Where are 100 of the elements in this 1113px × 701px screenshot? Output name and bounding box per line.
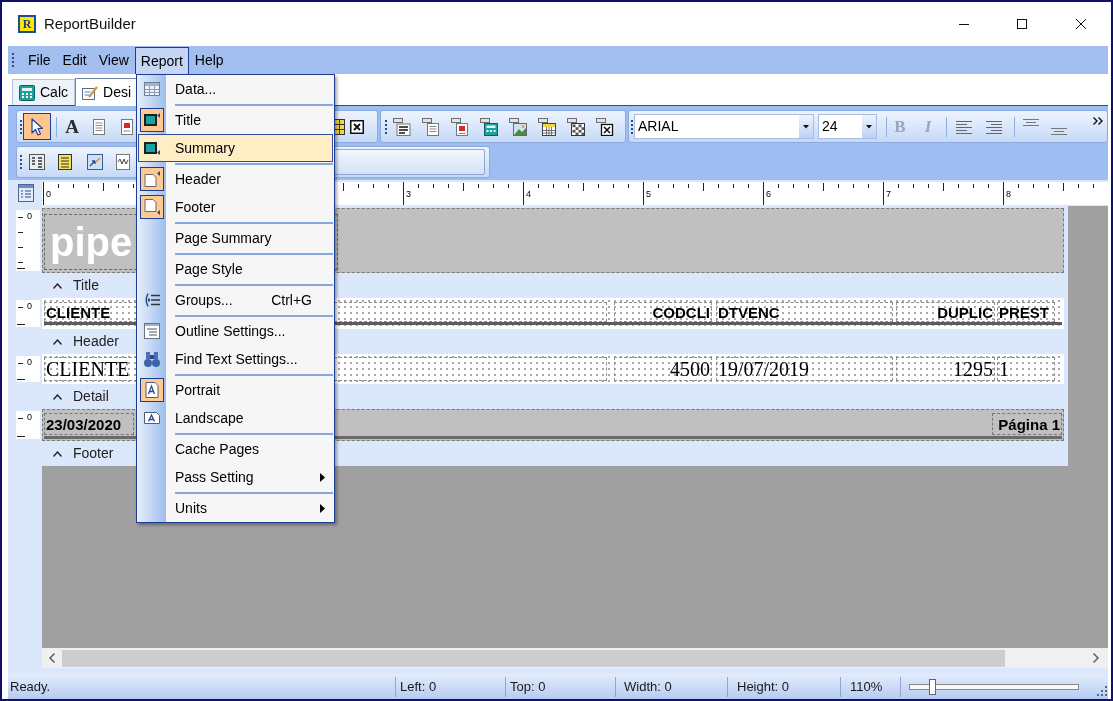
menu-item[interactable]: Title xyxy=(138,106,333,134)
font-size-select[interactable]: 24 xyxy=(818,114,877,139)
submenu-arrow-icon[interactable] xyxy=(320,503,325,513)
pointer-tool-button[interactable] xyxy=(23,113,51,140)
report-field: Página 1 xyxy=(992,413,1062,435)
font-select[interactable]: ARIAL xyxy=(634,114,814,139)
window-title: ReportBuilder xyxy=(44,13,136,34)
app-logo: R xyxy=(18,15,36,33)
tab-calendar-icon[interactable] xyxy=(538,117,556,136)
ruler-label: 3 xyxy=(406,190,411,199)
align-left-icon[interactable] xyxy=(956,119,972,134)
tab[interactable]: Desi xyxy=(75,78,139,106)
status-readout: Top: 0 xyxy=(505,676,615,697)
menu-bar-item[interactable]: Help xyxy=(188,47,230,74)
page-marker-icon[interactable] xyxy=(140,167,164,191)
list-icon[interactable] xyxy=(18,184,34,202)
report-title-text: pipe xyxy=(50,222,133,262)
menu-item[interactable]: Header xyxy=(138,165,333,193)
ruler-label: 7 xyxy=(886,190,891,199)
band-label: Detail xyxy=(73,387,109,406)
status-readout: Width: 0 xyxy=(615,676,727,697)
caret-up-icon[interactable] xyxy=(53,282,62,289)
tab-checker-icon[interactable] xyxy=(567,117,585,136)
dropdown-caret-icon[interactable] xyxy=(862,115,876,138)
tab-cross-box-icon[interactable] xyxy=(596,117,614,136)
portrait-page-icon[interactable] xyxy=(140,378,164,402)
dropdown-caret-icon[interactable] xyxy=(799,115,813,138)
slider-thumb[interactable] xyxy=(928,678,936,695)
menu-bar-item[interactable]: File xyxy=(22,47,57,74)
band-icon[interactable] xyxy=(144,140,160,156)
status-readout: Left: 0 xyxy=(395,676,505,697)
document-lines-icon[interactable] xyxy=(91,118,107,135)
menu-bar-item[interactable]: View xyxy=(92,47,135,74)
grouped-list-icon[interactable] xyxy=(144,292,160,308)
close-icon[interactable] xyxy=(1076,19,1086,29)
menu-item[interactable]: Summary xyxy=(138,134,333,162)
menu-bar-item[interactable]: Report xyxy=(134,47,189,74)
text-tool-button[interactable]: A xyxy=(63,115,81,138)
report-field: 1 xyxy=(997,357,1055,381)
caret-up-icon[interactable] xyxy=(53,450,62,457)
columns-list-icon[interactable] xyxy=(29,154,45,170)
ruler-label: 0 xyxy=(27,212,32,221)
tab[interactable]: Calc xyxy=(12,79,75,105)
chevron-left-icon[interactable] xyxy=(49,653,55,663)
menu-item[interactable]: Find Text Settings... xyxy=(138,345,333,373)
picture-arrows-icon[interactable] xyxy=(87,154,103,170)
report-field: 4500 xyxy=(614,357,712,381)
table-grid-icon[interactable] xyxy=(144,81,160,97)
horizontal-scrollbar[interactable] xyxy=(42,648,1108,668)
chevron-right-icon[interactable] xyxy=(1093,653,1099,663)
status-readout: 110% xyxy=(840,676,900,697)
marked-document-icon[interactable] xyxy=(119,118,135,135)
tab-marked-document-icon[interactable] xyxy=(451,117,469,136)
calculator-icon[interactable] xyxy=(19,84,35,101)
ruler-label: 0 xyxy=(27,413,32,422)
ruler-label: 0 xyxy=(27,302,32,311)
menu-item[interactable]: Pass Setting xyxy=(138,463,333,491)
cursor-arrow-icon[interactable] xyxy=(30,117,44,136)
tab-document-icon[interactable] xyxy=(422,117,440,136)
status-readout: Height: 0 xyxy=(727,676,840,697)
menu-item[interactable]: Landscape xyxy=(138,404,333,432)
resize-grip-icon[interactable] xyxy=(1097,685,1107,696)
boxed-cross-icon[interactable] xyxy=(350,119,364,134)
tab-text-icon[interactable] xyxy=(393,117,411,136)
list-window-icon[interactable] xyxy=(144,323,160,339)
report-field: 23/03/2020 xyxy=(44,413,134,435)
ruler-label: 0 xyxy=(27,358,32,367)
page-marker-icon[interactable] xyxy=(140,195,164,219)
menu-item[interactable]: Page Summary xyxy=(138,224,333,252)
caret-up-icon[interactable] xyxy=(53,338,62,345)
band-label: Header xyxy=(73,332,119,351)
landscape-page-icon[interactable] xyxy=(144,410,160,426)
ruler-label: 0 xyxy=(46,190,51,199)
scrollbar-thumb[interactable] xyxy=(62,649,1005,667)
menu-item[interactable]: Page Style xyxy=(138,255,333,283)
ruler-label: 5 xyxy=(646,190,651,199)
band-icon[interactable] xyxy=(140,108,164,132)
binoculars-icon[interactable] xyxy=(144,351,160,367)
tab-calculator-icon[interactable] xyxy=(480,117,498,136)
menu-item[interactable]: Data... xyxy=(138,75,333,103)
menu-item[interactable]: Footer xyxy=(138,193,333,221)
report-field: 19/07/2019 xyxy=(716,357,893,381)
menu-item[interactable]: Cache Pages xyxy=(138,435,333,463)
ruler-label: 4 xyxy=(526,190,531,199)
form-pencil-icon[interactable] xyxy=(82,84,98,101)
status-message: Ready. xyxy=(9,677,52,696)
notepad-list-icon[interactable] xyxy=(57,154,73,170)
band-label: Footer xyxy=(73,444,114,463)
maximize-icon[interactable] xyxy=(1017,19,1027,29)
align-right-icon[interactable] xyxy=(986,119,1002,134)
chevron-double-right-icon[interactable] xyxy=(1093,117,1103,125)
menu-item[interactable]: Units xyxy=(138,494,333,522)
ruler-label: 8 xyxy=(1006,190,1011,199)
report-field: 1295 xyxy=(896,357,995,381)
caret-up-icon[interactable] xyxy=(53,393,62,400)
tab-picture-icon[interactable] xyxy=(509,117,527,136)
wave-document-icon[interactable] xyxy=(115,154,131,170)
menu-bar-item[interactable]: Edit xyxy=(56,47,93,74)
submenu-arrow-icon[interactable] xyxy=(320,472,325,482)
menu-item[interactable]: Portrait xyxy=(138,376,333,404)
